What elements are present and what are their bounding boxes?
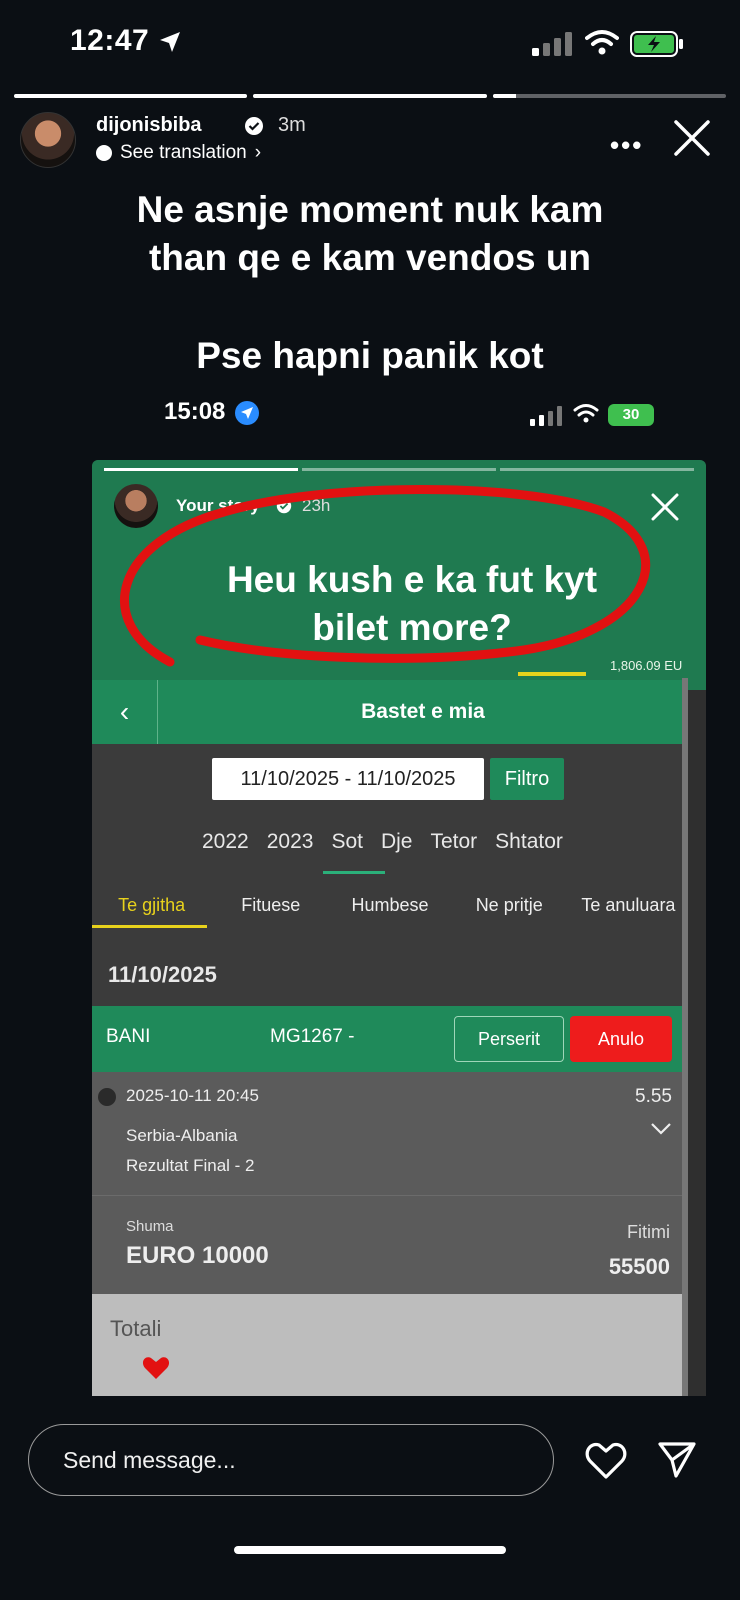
username[interactable]: dijonisbiba <box>96 114 202 137</box>
verified-badge-icon <box>245 117 263 135</box>
chevron-right-icon: › <box>254 142 262 163</box>
message-placeholder: Send message... <box>63 1447 236 1473</box>
cellular-signal-icon <box>532 32 572 56</box>
back-chevron-icon[interactable]: ‹ <box>92 680 158 744</box>
caption-line: Ne asnje moment nuk kam <box>136 189 604 230</box>
inner-wifi-icon <box>573 404 599 423</box>
status-dot-icon <box>98 1088 116 1106</box>
see-translation-label: See translation <box>120 142 247 163</box>
close-icon[interactable] <box>672 118 712 158</box>
story-caption-2: Pse hapni panik kot <box>196 335 544 376</box>
tab-lost[interactable]: Humbese <box>330 884 449 926</box>
battery-charging-icon <box>630 31 683 57</box>
tab-pending[interactable]: Ne pritje <box>450 884 569 926</box>
win-amount: 55500 <box>608 1254 670 1279</box>
period-tab-active[interactable]: Sot <box>323 830 385 874</box>
inner-status-bar: 15:08 30 <box>0 396 740 432</box>
inner-clock: 15:08 <box>164 398 226 425</box>
total-section: Totali <box>92 1294 688 1396</box>
odds: 5.55 <box>635 1086 672 1107</box>
period-tab[interactable]: Shtator <box>495 830 563 866</box>
day-heading: 11/10/2025 <box>108 962 217 987</box>
stake-amount: EURO 10000 <box>126 1242 269 1269</box>
wifi-icon <box>585 30 619 55</box>
inner-progress <box>104 468 694 471</box>
period-tabs: 2022 2023 Sot Dje Tetor Shtator <box>202 830 563 874</box>
inner-battery: 30 <box>608 404 654 426</box>
see-translation-link[interactable]: See translation › <box>96 142 261 164</box>
scrollbar <box>682 678 688 1396</box>
period-tab[interactable]: 2023 <box>267 830 314 866</box>
filter-panel: 11/10/2025 - 11/10/2025 Filtro 2022 2023… <box>92 744 688 1036</box>
active-tab-indicator <box>518 672 586 676</box>
filter-button[interactable]: Filtro <box>490 758 564 800</box>
send-icon[interactable] <box>656 1438 698 1480</box>
account-balance: 1,806.09 EU <box>610 658 683 673</box>
bet-header-row: BANI MG1267 - Perserit Anulo <box>92 1006 688 1072</box>
caption-line: than qe e kam vendos un <box>148 237 592 278</box>
posted-time: 3m <box>278 114 306 136</box>
chevron-down-icon[interactable] <box>650 1122 672 1136</box>
message-input[interactable]: Send message... <box>28 1424 554 1496</box>
progress-segment <box>14 94 248 98</box>
progress-segment <box>253 94 487 98</box>
story-header: dijonisbiba 3m See translation › ••• <box>20 112 720 172</box>
match-datetime: 2025-10-11 20:45 <box>126 1086 259 1105</box>
more-options-icon[interactable]: ••• <box>610 130 643 161</box>
status-tabs: Te gjitha Fituese Humbese Ne pritje Te a… <box>92 884 688 928</box>
bet-selection[interactable]: 2025-10-11 20:45 5.55 Serbia-Albania Rez… <box>92 1072 688 1196</box>
tab-all[interactable]: Te gjitha <box>92 884 211 928</box>
embedded-screenshot: Your story 23h Heu kush e ka fut kyt bil… <box>92 460 706 1396</box>
bet-code: MG1267 - <box>270 1026 355 1047</box>
clock: 12:47 <box>70 24 150 57</box>
avatar[interactable] <box>20 112 76 168</box>
inner-story: Your story 23h Heu kush e ka fut kyt bil… <box>92 460 706 690</box>
tab-cancelled[interactable]: Te anuluara <box>569 884 688 926</box>
win-label: Fitimi <box>627 1222 670 1242</box>
inner-signal-icon <box>530 406 562 426</box>
bet-amounts: Shuma EURO 10000 Fitimi 55500 <box>92 1196 688 1294</box>
red-circle-annotation <box>120 485 650 667</box>
period-tab[interactable]: 2022 <box>202 830 249 866</box>
status-bar: 12:47 <box>0 0 740 90</box>
match-teams: Serbia-Albania <box>126 1126 238 1145</box>
story-progress <box>14 94 726 98</box>
bet-market: Rezultat Final - 2 <box>126 1156 255 1175</box>
date-range-input[interactable]: 11/10/2025 - 11/10/2025 <box>212 758 484 800</box>
home-indicator[interactable] <box>234 1546 506 1554</box>
cancel-button[interactable]: Anulo <box>570 1016 672 1062</box>
location-arrow-icon <box>160 32 180 52</box>
bets-title-bar: ‹ Bastet e mia <box>92 680 688 744</box>
progress-segment <box>492 94 726 98</box>
translate-icon <box>96 145 112 161</box>
total-label: Totali <box>110 1316 162 1341</box>
stake-label: Shuma <box>126 1218 174 1235</box>
period-tab[interactable]: Dje <box>381 830 413 866</box>
heart-reaction-icon <box>142 1357 170 1379</box>
heart-icon[interactable] <box>584 1440 628 1480</box>
tab-won[interactable]: Fituese <box>211 884 330 926</box>
navigation-icon <box>235 401 259 425</box>
repeat-button[interactable]: Perserit <box>454 1016 564 1062</box>
bet-status: BANI <box>106 1026 151 1047</box>
page-title: Bastet e mia <box>361 700 485 723</box>
period-tab[interactable]: Tetor <box>430 830 477 866</box>
story-caption: Ne asnje moment nuk kam than qe e kam ve… <box>0 186 740 282</box>
